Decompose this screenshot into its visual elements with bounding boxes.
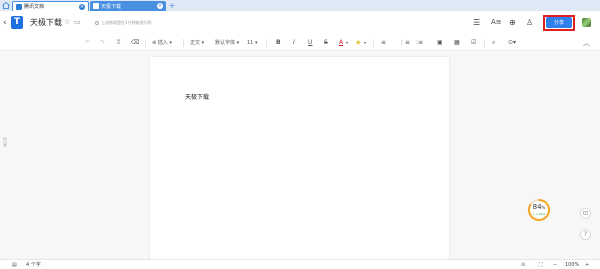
text-format-icon[interactable]: A≡ xyxy=(491,18,502,26)
gauge-value: 84% xyxy=(527,203,551,211)
clock-icon xyxy=(95,21,99,25)
new-tab-button[interactable]: + xyxy=(168,1,176,10)
image-icon[interactable]: ▣ xyxy=(437,39,443,47)
document-title[interactable]: 天极下载 xyxy=(30,17,62,28)
menu-icon[interactable]: ☰ xyxy=(473,18,480,27)
bullet-list-icon[interactable]: :≡ xyxy=(416,39,423,47)
divider xyxy=(484,39,485,47)
doc-icon xyxy=(93,3,99,9)
font-family-select[interactable]: 默认字体 ▾ xyxy=(215,39,239,47)
clear-format-icon[interactable]: ⌫ xyxy=(131,39,139,47)
chevron-down-icon[interactable]: ▾ xyxy=(364,39,366,47)
browser-tab-bar: 腾讯文档 × 天极下载 × + xyxy=(0,0,600,11)
search-icon[interactable]: ⌕ xyxy=(492,39,495,47)
document-body-text[interactable]: 天极下载 xyxy=(185,92,209,101)
insert-label: 插入 xyxy=(157,40,168,46)
font-label: 默认字体 xyxy=(215,40,236,46)
avatar[interactable] xyxy=(582,18,591,27)
target-icon[interactable]: ⊙ xyxy=(521,262,525,268)
document-page[interactable]: 天极下载 xyxy=(150,57,449,260)
strikethrough-button[interactable]: S xyxy=(324,39,328,47)
tab-tencent-docs[interactable]: 腾讯文档 × xyxy=(12,1,89,11)
save-status-text: 上次修改是在1分钟前进行的 xyxy=(101,20,152,25)
zoom-out-button[interactable]: − xyxy=(553,262,557,268)
app-logo[interactable]: T xyxy=(11,16,23,29)
gauge-percent: 84 xyxy=(532,203,542,211)
fullscreen-icon[interactable]: ⛶ xyxy=(539,262,543,268)
lock-icon[interactable]: ⊡ xyxy=(580,208,591,219)
location-icon[interactable]: ⊙▾ xyxy=(508,39,516,47)
status-bar: ▤ 4 个字 ⊙ ⛶ − 100% + xyxy=(0,259,600,269)
outline-icon[interactable]: ▤ xyxy=(12,262,17,268)
bold-button[interactable]: B xyxy=(276,39,281,47)
table-icon[interactable]: ▦ xyxy=(454,39,460,47)
highlight-icon[interactable]: ◈ xyxy=(356,39,361,47)
share-button[interactable]: 分享 xyxy=(546,17,572,28)
divider xyxy=(373,39,374,47)
word-count: 4 个字 xyxy=(26,262,41,268)
size-label: 11 xyxy=(247,40,254,46)
undo-icon[interactable]: ↶ xyxy=(85,39,90,47)
redo-icon[interactable]: ↷ xyxy=(100,39,105,47)
checklist-icon[interactable]: ☑ xyxy=(471,39,476,47)
speed-gauge-widget[interactable]: 84% + 1.5K/s xyxy=(527,198,551,222)
align-icon[interactable]: ≡ xyxy=(381,39,386,47)
tab-current-doc[interactable]: 天极下载 × xyxy=(90,1,166,11)
back-icon[interactable]: ‹ xyxy=(3,18,7,28)
gauge-speed: + 1.5K/s xyxy=(532,212,546,216)
divider xyxy=(183,39,184,47)
format-toolbar: ↶ ↷ ♖ ⌫ ⊕ 插入 ▾ 正文 ▾ 默认字体 ▾ 11 ▾ B I U S … xyxy=(0,35,600,51)
close-icon[interactable]: × xyxy=(79,4,85,10)
numbered-list-icon[interactable]: ⋮≡ xyxy=(399,39,410,47)
italic-button[interactable]: I xyxy=(293,39,295,47)
divider xyxy=(266,39,267,47)
insert-menu[interactable]: ⊕ 插入 ▾ xyxy=(152,39,172,47)
home-button[interactable] xyxy=(1,1,11,10)
outline-toggle[interactable]: 目录 xyxy=(3,137,7,147)
divider xyxy=(145,39,146,47)
gauge-unit: % xyxy=(541,205,546,210)
paragraph-style-select[interactable]: 正文 ▾ xyxy=(190,39,204,47)
chevron-down-icon[interactable]: ▾ xyxy=(346,39,348,47)
font-color-button[interactable]: A xyxy=(339,39,343,47)
star-icon[interactable]: ☆ xyxy=(64,18,70,26)
add-icon[interactable]: ⊕ xyxy=(509,18,516,27)
style-label: 正文 xyxy=(190,40,201,46)
collapse-toolbar-icon[interactable]: ︿ xyxy=(583,38,590,48)
doc-icon xyxy=(16,3,22,10)
zoom-in-button[interactable]: + xyxy=(585,262,589,268)
collaborator-icon[interactable]: ♙ xyxy=(526,18,533,27)
document-header: ‹ T 天极下载 ☆ ▭ 上次修改是在1分钟前进行的 ☰ A≡ ⊕ ♙ xyxy=(0,11,600,35)
tab-label: 腾讯文档 xyxy=(24,4,45,10)
format-painter-icon[interactable]: ♖ xyxy=(116,39,121,47)
underline-button[interactable]: U xyxy=(308,39,312,47)
save-status: 上次修改是在1分钟前进行的 xyxy=(95,20,152,26)
folder-icon[interactable]: ▭ xyxy=(74,18,81,26)
zoom-level[interactable]: 100% xyxy=(565,262,579,268)
tab-label: 天极下载 xyxy=(101,3,122,10)
font-size-select[interactable]: 11 ▾ xyxy=(247,39,257,47)
home-icon xyxy=(2,2,10,9)
help-icon[interactable]: ? xyxy=(580,229,591,240)
close-icon[interactable]: × xyxy=(157,3,163,9)
